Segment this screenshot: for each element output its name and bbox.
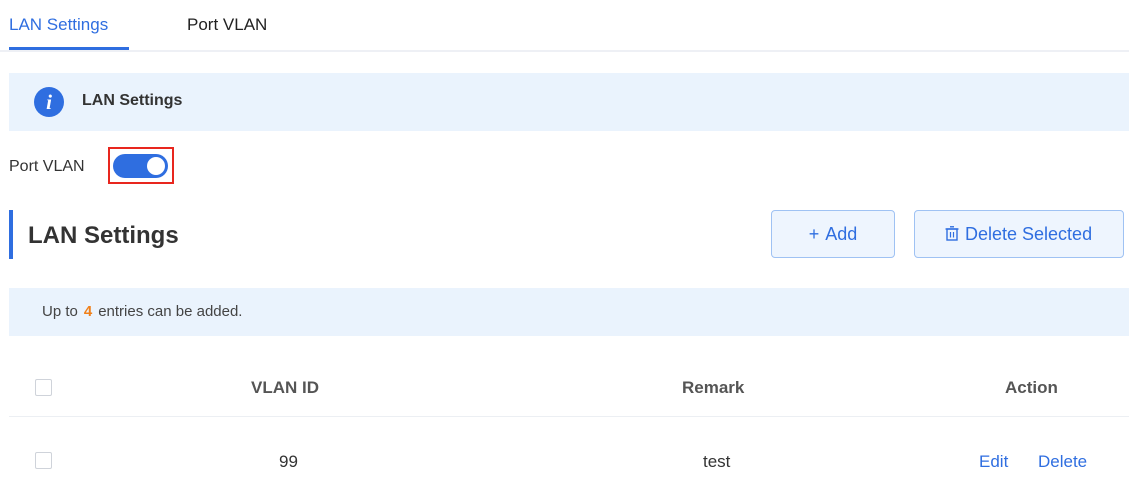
- table-header: VLAN ID Remark Action: [9, 360, 1129, 417]
- port-vlan-toggle[interactable]: [113, 154, 168, 178]
- tab-lan-settings[interactable]: LAN Settings: [9, 15, 108, 35]
- port-vlan-label: Port VLAN: [9, 158, 85, 175]
- info-icon: i: [34, 87, 64, 117]
- active-tab-indicator: [9, 47, 129, 50]
- info-banner-title: LAN Settings: [82, 92, 183, 109]
- add-button[interactable]: + Add: [771, 210, 895, 258]
- column-header-vlan-id: VLAN ID: [251, 378, 319, 397]
- section-accent-bar: [9, 210, 13, 259]
- limit-suffix: entries can be added.: [98, 303, 243, 320]
- section-title: LAN Settings: [28, 222, 179, 249]
- row-checkbox[interactable]: [35, 452, 52, 469]
- column-header-action: Action: [1005, 378, 1058, 397]
- delete-link[interactable]: Delete: [1038, 452, 1087, 472]
- toggle-knob: [147, 157, 165, 175]
- select-all-checkbox[interactable]: [35, 379, 52, 396]
- cell-remark: test: [703, 452, 731, 471]
- cell-vlan-id: 99: [279, 452, 298, 471]
- add-button-label: Add: [825, 224, 858, 244]
- delete-selected-button[interactable]: Delete Selected: [914, 210, 1124, 258]
- entry-limit-text: Up to 4 entries can be added.: [42, 303, 242, 320]
- trash-icon: [945, 211, 959, 257]
- edit-link[interactable]: Edit: [979, 452, 1008, 472]
- tab-port-vlan[interactable]: Port VLAN: [187, 15, 267, 35]
- info-banner: i LAN Settings: [9, 73, 1129, 131]
- delete-selected-label: Delete Selected: [965, 224, 1093, 244]
- column-header-remark: Remark: [682, 378, 745, 397]
- entry-limit-banner: Up to 4 entries can be added.: [9, 288, 1129, 336]
- tab-bar: LAN Settings Port VLAN: [0, 0, 1129, 52]
- limit-prefix: Up to: [42, 303, 78, 320]
- limit-count: 4: [83, 303, 93, 320]
- table-row: 99 test Edit Delete: [9, 417, 1129, 495]
- plus-icon: +: [808, 224, 820, 244]
